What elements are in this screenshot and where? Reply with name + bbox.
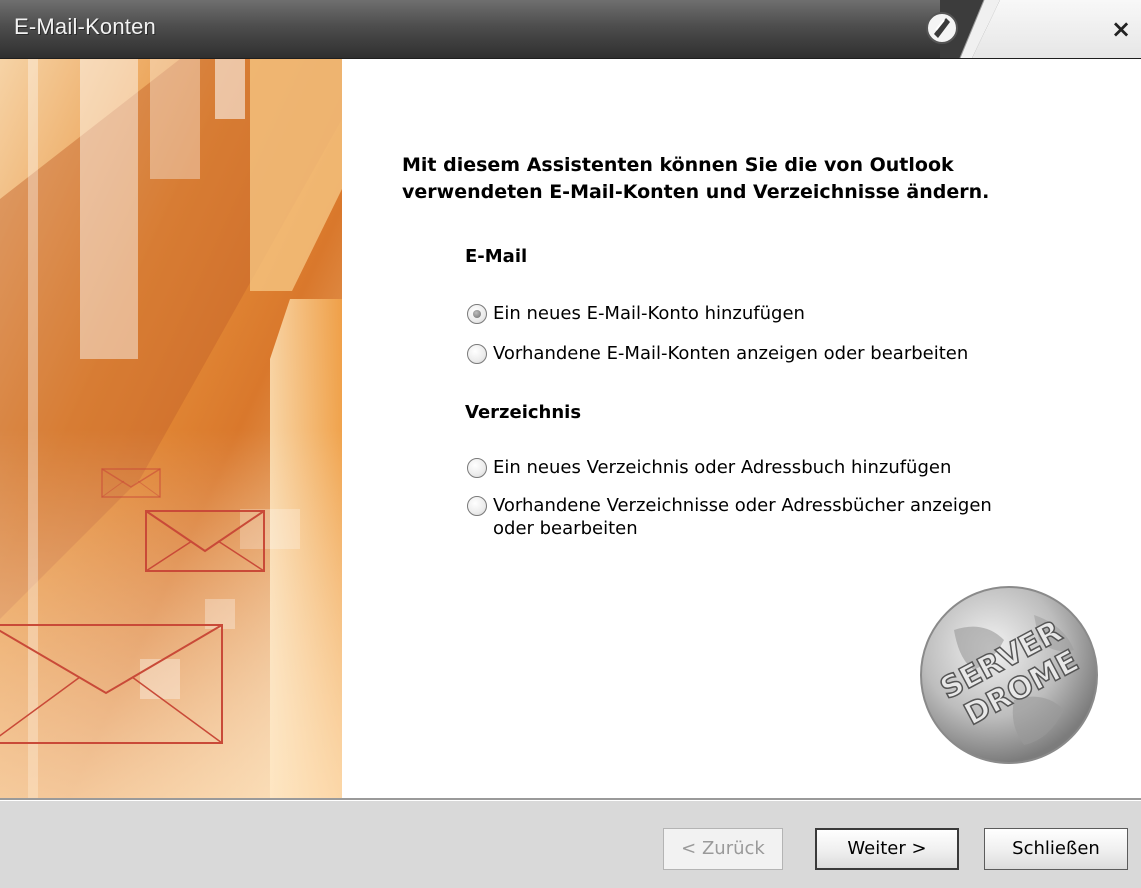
globe-watermark-icon: SERVER DROME <box>920 586 1098 764</box>
radio-button[interactable] <box>467 496 487 516</box>
heading-line-1: Mit diesem Assistenten können Sie die vo… <box>402 154 954 176</box>
wizard-heading: Mit diesem Assistenten können Sie die vo… <box>402 152 1102 206</box>
title-bar[interactable]: E-Mail-Konten × <box>0 0 1141 59</box>
back-button[interactable]: < Zurück <box>663 828 783 870</box>
radio-add-directory[interactable]: Ein neues Verzeichnis oder Adressbuch hi… <box>467 456 951 479</box>
radio-view-email-accounts[interactable]: Vorhandene E-Mail-Konten anzeigen oder b… <box>467 342 968 365</box>
radio-add-email-account[interactable]: Ein neues E-Mail-Konto hinzufügen <box>467 302 805 325</box>
radio-label-line-2: oder bearbeiten <box>493 518 638 539</box>
radio-button[interactable] <box>467 458 487 478</box>
radio-button[interactable] <box>467 344 487 364</box>
radio-label: Ein neues Verzeichnis oder Adressbuch hi… <box>493 457 952 478</box>
heading-line-2: verwendeten E-Mail-Konten und Verzeichni… <box>402 181 990 203</box>
email-accounts-dialog: E-Mail-Konten × Mit diesem Assistenten k… <box>0 0 1141 888</box>
office-logo-icon <box>926 12 958 44</box>
directory-section-title: Verzeichnis <box>465 402 582 423</box>
close-icon[interactable]: × <box>1108 16 1134 42</box>
wizard-side-banner <box>0 59 342 799</box>
next-button[interactable]: Weiter > <box>815 828 959 870</box>
footer-bar <box>0 801 1141 888</box>
email-section-title: E-Mail <box>465 246 528 267</box>
close-button[interactable]: Schließen <box>984 828 1128 870</box>
radio-label: Vorhandene Verzeichnisse oder Adressbüch… <box>493 494 992 540</box>
radio-button-checked[interactable] <box>467 304 487 324</box>
radio-label: Vorhandene E-Mail-Konten anzeigen oder b… <box>493 343 969 364</box>
radio-label-line-1: Vorhandene Verzeichnisse oder Adressbüch… <box>493 495 992 516</box>
radio-label: Ein neues E-Mail-Konto hinzufügen <box>493 303 805 324</box>
radio-view-directories[interactable]: Vorhandene Verzeichnisse oder Adressbüch… <box>467 494 992 540</box>
window-title: E-Mail-Konten <box>14 14 156 39</box>
